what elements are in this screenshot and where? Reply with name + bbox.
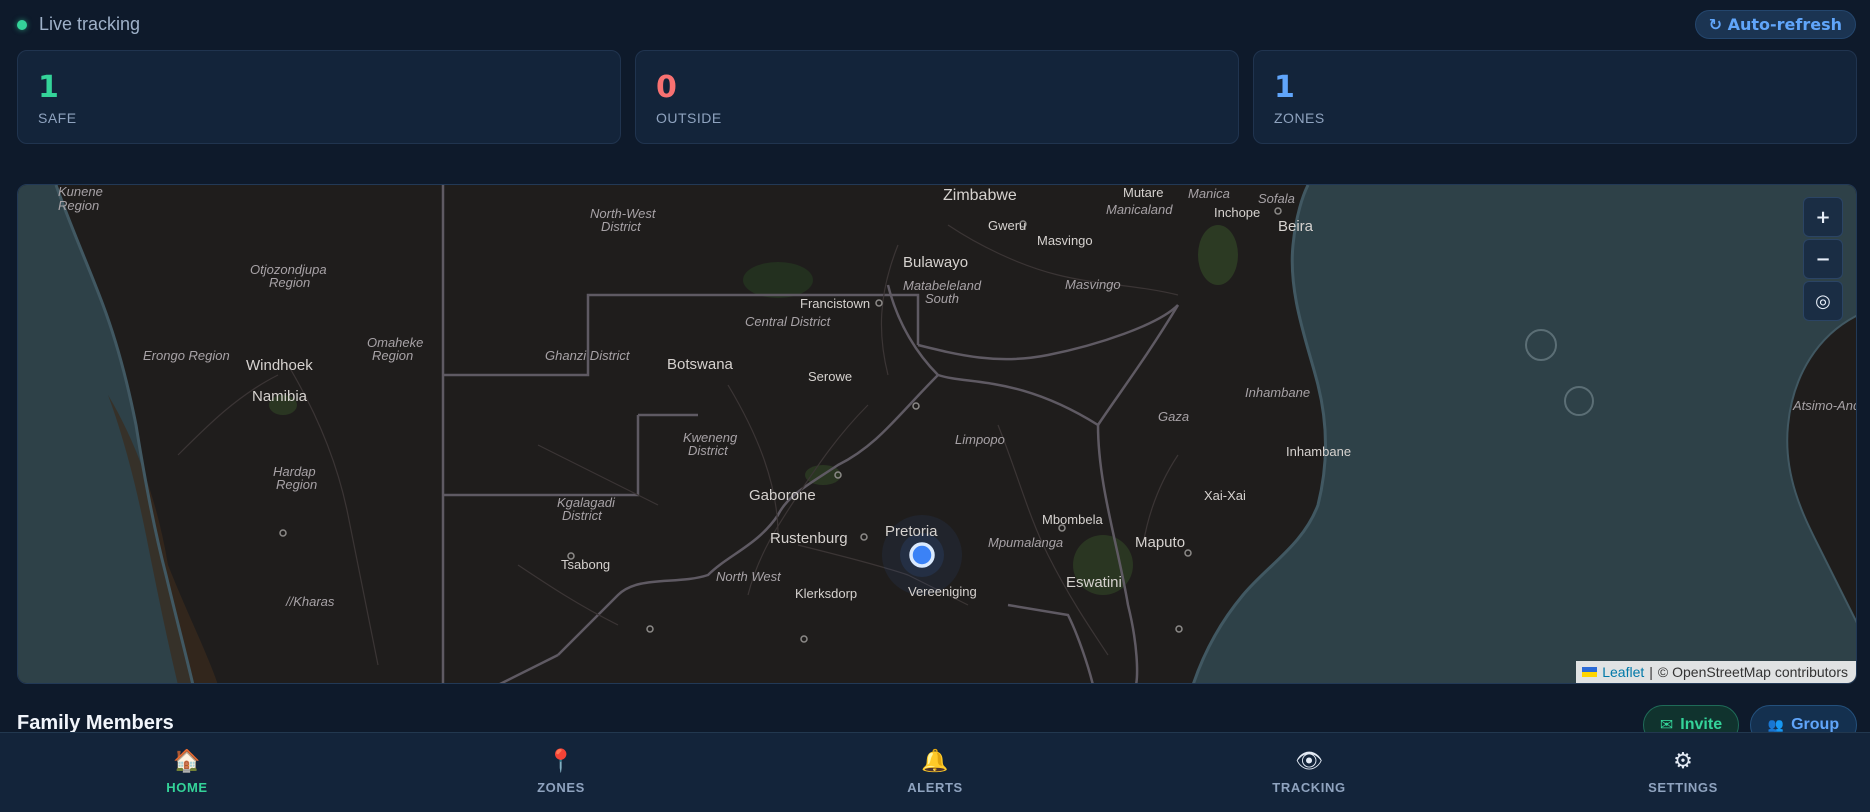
osm-attribution[interactable]: © OpenStreetMap contributors	[1658, 664, 1848, 680]
map-label: Region	[276, 477, 317, 492]
stat-card-zones: 1 ZONES	[1253, 50, 1857, 144]
map-label: Manicaland	[1106, 202, 1173, 217]
map-label: Inchope	[1214, 205, 1260, 220]
map-label: Klerksdorp	[795, 586, 857, 601]
map-label: Namibia	[252, 388, 308, 405]
nav-home[interactable]: 🏠 HOME	[0, 733, 374, 812]
map-label: Region	[269, 275, 310, 290]
map-label: Rustenburg	[770, 530, 848, 547]
gear-icon: ⚙	[1673, 749, 1693, 774]
locate-button[interactable]: ◎	[1803, 281, 1843, 321]
nav-tracking-label: TRACKING	[1272, 780, 1346, 795]
map-label: Sofala	[1258, 191, 1295, 206]
map-label: Masvingo	[1037, 233, 1093, 248]
map-label: District	[601, 219, 642, 234]
map-label: Region	[372, 348, 413, 363]
map-label: North West	[716, 569, 782, 584]
map-label: Inhambane	[1286, 444, 1351, 459]
map-label: District	[562, 508, 603, 523]
map-label: Pretoria	[885, 523, 938, 540]
nav-alerts-label: ALERTS	[907, 780, 963, 795]
map-attribution: Leaflet | © OpenStreetMap contributors	[1576, 661, 1856, 683]
map-label: Inhambane	[1245, 385, 1310, 400]
map-label: Francistown	[800, 296, 870, 311]
stat-label-outside: OUTSIDE	[656, 110, 722, 126]
map-label: Gaborone	[749, 487, 816, 504]
live-status: Live tracking	[17, 14, 140, 35]
map-label: Masvingo	[1065, 277, 1121, 292]
map-label: Mpumalanga	[988, 535, 1063, 550]
zoom-out-button[interactable]: −	[1803, 239, 1843, 279]
map-label: Mbombela	[1042, 512, 1103, 527]
group-icon: 👥	[1767, 717, 1785, 732]
stat-card-safe: 1 SAFE	[17, 50, 621, 144]
map-label: Windhoek	[246, 357, 313, 374]
top-bar: Live tracking ↻ Auto-refresh	[0, 0, 1870, 50]
nav-zones[interactable]: 📍 ZONES	[374, 733, 748, 812]
map-label: Gaza	[1158, 409, 1189, 424]
stat-value-zones: 1	[1274, 70, 1295, 105]
map-tiles[interactable]: Kunene Region North-West District Zimbab…	[18, 185, 1857, 684]
nav-settings[interactable]: ⚙ SETTINGS	[1496, 733, 1870, 812]
map-label: Gweru	[988, 218, 1026, 233]
bell-icon: 🔔	[921, 749, 949, 774]
map-label: Vereeniging	[908, 584, 977, 599]
live-dot-icon	[17, 19, 27, 30]
map-label: Maputo	[1135, 534, 1185, 551]
pin-icon: 📍	[547, 749, 575, 774]
map-label: Zimbabwe	[943, 187, 1017, 204]
stats-row: 1 SAFE 0 OUTSIDE 1 ZONES	[17, 50, 1857, 144]
map-label: Central District	[745, 314, 832, 329]
map-label: Atsimo-Andr	[1792, 398, 1857, 413]
map-label: Manica	[1188, 186, 1230, 201]
map-label: Beira	[1278, 218, 1314, 235]
stat-value-safe: 1	[38, 70, 59, 105]
map-label: Limpopo	[955, 432, 1005, 447]
map-label: Erongo Region	[143, 348, 230, 363]
nav-settings-label: SETTINGS	[1648, 780, 1718, 795]
map-label: Botswana	[667, 356, 734, 373]
ukraine-flag-icon	[1582, 667, 1598, 677]
nav-alerts[interactable]: 🔔 ALERTS	[748, 733, 1122, 812]
stat-label-safe: SAFE	[38, 110, 77, 126]
stat-value-outside: 0	[656, 70, 677, 105]
map-label: Xai-Xai	[1204, 488, 1246, 503]
attribution-separator: |	[1649, 664, 1653, 680]
map-label: Kunene	[58, 185, 103, 199]
stat-card-outside: 0 OUTSIDE	[635, 50, 1239, 144]
map-label: Ghanzi District	[545, 348, 631, 363]
nav-tracking[interactable]: 👁 TRACKING	[1122, 733, 1496, 812]
bottom-nav: 🏠 HOME 📍 ZONES 🔔 ALERTS 👁 TRACKING ⚙ SET…	[0, 732, 1870, 812]
map-label: Serowe	[808, 369, 852, 384]
user-location-marker	[909, 542, 935, 568]
stat-label-zones: ZONES	[1274, 110, 1325, 126]
map-label: //Kharas	[285, 594, 335, 609]
eye-icon: 👁	[1295, 749, 1323, 774]
nav-zones-label: ZONES	[537, 780, 585, 795]
leaflet-link[interactable]: Leaflet	[1602, 664, 1644, 680]
home-icon: 🏠	[173, 749, 201, 774]
zoom-in-button[interactable]: +	[1803, 197, 1843, 237]
nav-home-label: HOME	[166, 780, 208, 795]
map-label: Region	[58, 198, 99, 213]
map-label: Bulawayo	[903, 254, 968, 271]
map-label: Mutare	[1123, 185, 1163, 200]
map-view[interactable]: Kunene Region North-West District Zimbab…	[17, 184, 1857, 684]
map-label: District	[688, 443, 729, 458]
map-label: Eswatini	[1066, 574, 1122, 591]
auto-refresh-button[interactable]: ↻ Auto-refresh	[1694, 10, 1856, 39]
map-label: Tsabong	[561, 557, 610, 572]
map-label: South	[925, 291, 959, 306]
live-status-text: Live tracking	[39, 14, 141, 34]
